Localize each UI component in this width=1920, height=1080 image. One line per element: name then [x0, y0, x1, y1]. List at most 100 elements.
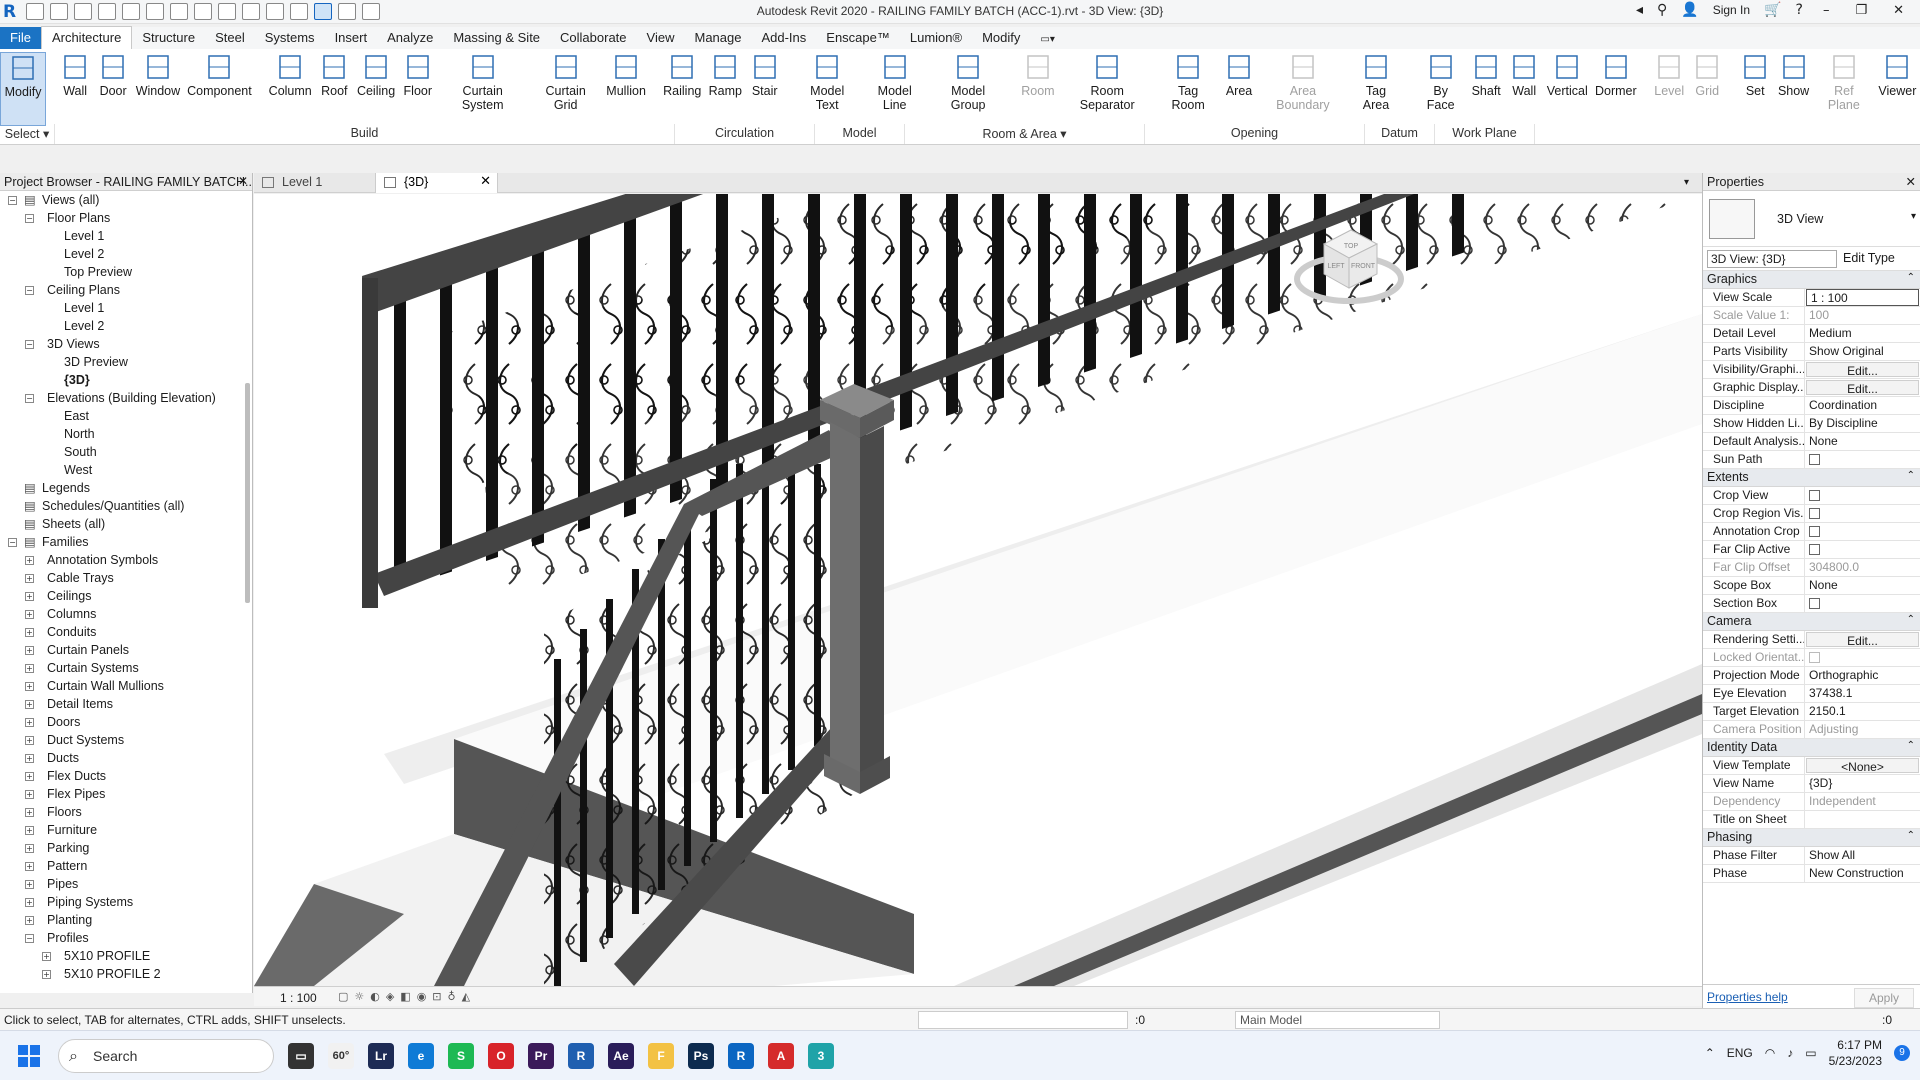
tree-item-ducts[interactable]: + Ducts: [0, 749, 252, 767]
taskbar-app-icon[interactable]: F: [648, 1043, 674, 1069]
expand-icon[interactable]: +: [25, 898, 34, 907]
scrollbar[interactable]: [245, 383, 250, 603]
panel-work-plane[interactable]: Work Plane: [1435, 124, 1535, 144]
design-option-selector[interactable]: Main Model: [1235, 1011, 1440, 1029]
tree-item-curtain-panels[interactable]: + Curtain Panels: [0, 641, 252, 659]
shaft-button[interactable]: Shaft: [1467, 52, 1505, 126]
floor-button[interactable]: Floor: [399, 52, 437, 126]
edit-type-button[interactable]: Edit Type: [1843, 251, 1895, 265]
group-phasing[interactable]: Phasing ⌃: [1703, 829, 1920, 847]
property-value[interactable]: Orthographic: [1805, 667, 1920, 684]
property-visibility-graphi[interactable]: Visibility/Graphi... Edit...: [1703, 361, 1920, 379]
switch-windows-icon[interactable]: [362, 3, 380, 20]
group-camera[interactable]: Camera ⌃: [1703, 613, 1920, 631]
tree-item-duct-systems[interactable]: + Duct Systems: [0, 731, 252, 749]
taskbar-app-icon[interactable]: Pr: [528, 1043, 554, 1069]
tree-item-3d-preview[interactable]: 3D Preview: [0, 353, 252, 371]
property-value[interactable]: Coordination: [1805, 397, 1920, 414]
panel-datum[interactable]: Datum: [1365, 124, 1435, 144]
tree-item-pattern[interactable]: + Pattern: [0, 857, 252, 875]
tree-item-3d[interactable]: {3D}: [0, 371, 252, 389]
notification-badge[interactable]: 9: [1894, 1045, 1910, 1061]
tree-item-east[interactable]: East: [0, 407, 252, 425]
property-value[interactable]: {3D}: [1805, 775, 1920, 792]
window-button[interactable]: Window: [132, 52, 184, 126]
model-text-button[interactable]: Model Text: [794, 52, 861, 126]
help-icon[interactable]: ?: [1796, 2, 1803, 18]
expand-icon[interactable]: +: [25, 592, 34, 601]
collapse-icon[interactable]: ⌃: [1907, 470, 1915, 481]
expand-icon[interactable]: +: [25, 664, 34, 673]
tree-item-flex-pipes[interactable]: + Flex Pipes: [0, 785, 252, 803]
tab-massing-site[interactable]: Massing & Site: [443, 27, 550, 49]
task-view-icon[interactable]: ▭: [288, 1043, 314, 1069]
revit-logo-icon[interactable]: R: [3, 2, 22, 22]
collapse-icon[interactable]: −: [8, 538, 17, 547]
property-value[interactable]: None: [1805, 577, 1920, 594]
property-sun-path[interactable]: Sun Path: [1703, 451, 1920, 469]
modify-button[interactable]: Modify: [0, 52, 47, 126]
collapse-icon[interactable]: −: [25, 286, 34, 295]
redo-icon[interactable]: [122, 3, 140, 20]
property-value[interactable]: [1805, 811, 1920, 828]
panel-build[interactable]: Build: [55, 124, 675, 144]
close-icon[interactable]: ✕: [480, 174, 491, 189]
tree-item-flex-ducts[interactable]: + Flex Ducts: [0, 767, 252, 785]
property-value[interactable]: [1805, 595, 1920, 612]
property-value[interactable]: Medium: [1805, 325, 1920, 342]
tree-item-columns[interactable]: + Columns: [0, 605, 252, 623]
tree-item-detail-items[interactable]: + Detail Items: [0, 695, 252, 713]
tab-modify[interactable]: Modify: [972, 27, 1030, 49]
expand-icon[interactable]: +: [25, 736, 34, 745]
expand-icon[interactable]: +: [25, 628, 34, 637]
tree-item-north[interactable]: North: [0, 425, 252, 443]
battery-icon[interactable]: ▭: [1805, 1046, 1816, 1060]
property-value[interactable]: 2150.1: [1805, 703, 1920, 720]
property-value[interactable]: None: [1805, 433, 1920, 450]
tree-item-ceiling-plans[interactable]: − Ceiling Plans: [0, 281, 252, 299]
tab-view[interactable]: View: [637, 27, 685, 49]
view-scale-label[interactable]: 1 : 100: [280, 991, 317, 1005]
taskbar-app-icon[interactable]: O: [488, 1043, 514, 1069]
view-control-icons[interactable]: ▢☼◐◈◧◉⊡♁◭: [338, 990, 476, 1003]
collapse-icon[interactable]: ⌃: [1907, 614, 1915, 625]
property-graphic-display[interactable]: Graphic Display... Edit...: [1703, 379, 1920, 397]
tree-item-level-1[interactable]: Level 1: [0, 227, 252, 245]
tree-item-schedules-quantities-all[interactable]: Schedules/Quantities (all) ▤: [0, 497, 252, 515]
wifi-icon[interactable]: ◠: [1765, 1046, 1775, 1060]
wall-button[interactable]: Wall: [1505, 52, 1543, 126]
group-identity-data[interactable]: Identity Data ⌃: [1703, 739, 1920, 757]
tabs-dropdown-icon[interactable]: ▾: [1684, 177, 1689, 188]
close-button[interactable]: ✕: [1887, 3, 1910, 18]
tree-item-level-2[interactable]: Level 2: [0, 245, 252, 263]
tab-structure[interactable]: Structure: [132, 27, 205, 49]
tree-item-floors[interactable]: + Floors: [0, 803, 252, 821]
sign-in-link[interactable]: Sign In: [1713, 3, 1750, 17]
taskbar-app-icon[interactable]: Ae: [608, 1043, 634, 1069]
expand-icon[interactable]: +: [25, 772, 34, 781]
property-detail-level[interactable]: Detail Level Medium: [1703, 325, 1920, 343]
property-value[interactable]: [1805, 541, 1920, 558]
tree-item-elevations-building-elevation[interactable]: − Elevations (Building Elevation): [0, 389, 252, 407]
tree-item-profiles[interactable]: − Profiles: [0, 929, 252, 947]
tag-room-button[interactable]: Tag Room: [1156, 52, 1220, 126]
tab-steel[interactable]: Steel: [205, 27, 255, 49]
property-value[interactable]: By Discipline: [1805, 415, 1920, 432]
taskbar-app-icon[interactable]: A: [768, 1043, 794, 1069]
tree-item-west[interactable]: West: [0, 461, 252, 479]
panel-opening[interactable]: Opening: [1145, 124, 1365, 144]
viewcube-left-label[interactable]: LEFT: [1327, 263, 1345, 270]
collapse-icon[interactable]: −: [25, 934, 34, 943]
expand-icon[interactable]: +: [25, 808, 34, 817]
property-show-hidden-li[interactable]: Show Hidden Li... By Discipline: [1703, 415, 1920, 433]
save-icon[interactable]: [50, 3, 68, 20]
model-group-button[interactable]: Model Group: [929, 52, 1008, 126]
property-view-name[interactable]: View Name {3D}: [1703, 775, 1920, 793]
checkbox[interactable]: [1809, 508, 1820, 519]
mullion-button[interactable]: Mullion: [603, 52, 650, 126]
tab-architecture[interactable]: Architecture: [40, 26, 133, 49]
tree-item-families[interactable]: − Families ▤: [0, 533, 252, 551]
cart-icon[interactable]: 🛒: [1764, 2, 1781, 18]
tree-item-level-1[interactable]: Level 1: [0, 299, 252, 317]
tree-item-ceilings[interactable]: + Ceilings: [0, 587, 252, 605]
